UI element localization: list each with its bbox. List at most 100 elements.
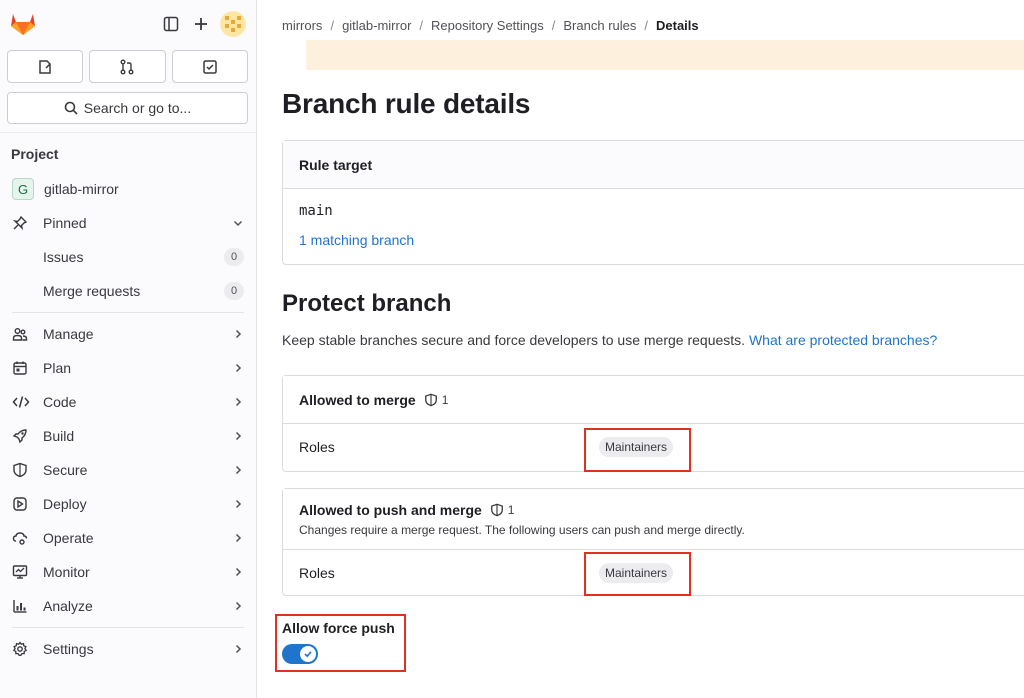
- merge-roles-label: Roles: [299, 439, 335, 455]
- chevron-right-icon: [235, 329, 242, 339]
- merge-count: 1: [441, 392, 449, 407]
- breadcrumb: mirrors / gitlab-mirror / Repository Set…: [282, 18, 699, 33]
- issue-icon: [39, 59, 51, 74]
- calendar-icon: [12, 359, 34, 377]
- chart-icon: [12, 597, 34, 615]
- gitlab-logo-icon[interactable]: [10, 11, 36, 37]
- chevron-right-icon: [235, 533, 242, 543]
- merge-requests-quick-button[interactable]: [89, 50, 166, 83]
- merge-access-count: 1: [424, 392, 449, 407]
- sidebar-item-plan[interactable]: Plan: [0, 351, 256, 385]
- force-push-highlight: [275, 614, 406, 672]
- push-count: 1: [507, 502, 515, 517]
- sidebar-divider: [12, 627, 244, 628]
- sidebar-divider: [12, 312, 244, 313]
- sidebar-item-settings[interactable]: Settings: [0, 632, 256, 666]
- sidebar-item-operate[interactable]: Operate: [0, 521, 256, 555]
- breadcrumb-separator: /: [330, 18, 335, 33]
- rule-target-branch: main: [299, 203, 333, 219]
- secure-label: Secure: [43, 462, 88, 478]
- shield-icon: [490, 503, 503, 516]
- matching-branch-link[interactable]: 1 matching branch: [299, 232, 1017, 248]
- push-role-highlight: [584, 552, 691, 596]
- merge-requests-count-badge: 0: [224, 282, 244, 300]
- pinned-label: Pinned: [43, 215, 87, 231]
- rule-target-card: Rule target main 1 matching branch: [282, 140, 1024, 265]
- protect-branch-description: Keep stable branches secure and force de…: [282, 332, 937, 348]
- code-icon: [12, 393, 34, 411]
- cloud-gear-icon: [12, 529, 34, 547]
- pin-icon: [12, 214, 34, 232]
- chevron-down-icon: [233, 220, 243, 227]
- shield-icon: [12, 461, 34, 479]
- main-content: mirrors / gitlab-mirror / Repository Set…: [258, 0, 1024, 698]
- chevron-right-icon: [235, 431, 242, 441]
- breadcrumb-details: Details: [656, 18, 699, 33]
- sidebar: Search or go to... Project G gitlab-mirr…: [0, 0, 257, 698]
- merge-role-highlight: [584, 428, 691, 472]
- plus-icon[interactable]: [186, 9, 216, 39]
- sidebar-project-link[interactable]: G gitlab-mirror: [0, 172, 256, 206]
- project-name: gitlab-mirror: [44, 181, 119, 197]
- plan-label: Plan: [43, 360, 72, 376]
- allowed-to-merge-header: Allowed to merge 1: [283, 376, 1024, 424]
- sidebar-item-manage[interactable]: Manage: [0, 317, 256, 351]
- chevron-right-icon: [235, 499, 242, 509]
- breadcrumb-mirrors[interactable]: mirrors: [282, 18, 322, 33]
- protect-branch-heading: Protect branch: [282, 290, 452, 317]
- breadcrumb-branch-rules[interactable]: Branch rules: [563, 18, 636, 33]
- merge-requests-label: Merge requests: [43, 283, 141, 299]
- sidebar-toggle-icon[interactable]: [156, 9, 186, 39]
- breadcrumb-project[interactable]: gitlab-mirror: [342, 18, 411, 33]
- merge-request-icon: [120, 59, 134, 74]
- rule-target-heading: Rule target: [283, 141, 1024, 189]
- chevron-right-icon: [235, 363, 242, 373]
- page-title: Branch rule details: [282, 88, 531, 119]
- section-title: Project: [0, 132, 256, 172]
- shield-icon: [424, 393, 437, 406]
- issues-quick-button[interactable]: [7, 50, 84, 83]
- sidebar-settings-nav: Settings: [0, 632, 256, 666]
- monitor-icon: [12, 563, 34, 581]
- allowed-to-push-subtitle: Changes require a merge request. The fol…: [299, 522, 745, 537]
- gear-icon: [12, 640, 34, 658]
- build-label: Build: [43, 428, 75, 444]
- chevron-right-icon: [235, 644, 242, 654]
- protected-branches-help-link[interactable]: What are protected branches?: [749, 332, 937, 348]
- analyze-label: Analyze: [43, 598, 93, 614]
- code-label: Code: [43, 394, 77, 410]
- project-avatar: G: [12, 178, 34, 200]
- search-icon: [64, 101, 78, 115]
- users-icon: [12, 325, 34, 343]
- sidebar-item-deploy[interactable]: Deploy: [0, 487, 256, 521]
- breadcrumb-separator: /: [644, 18, 648, 33]
- allowed-to-push-title: Allowed to push and merge: [299, 501, 482, 518]
- issues-count-badge: 0: [224, 248, 244, 266]
- sidebar-item-analyze[interactable]: Analyze: [0, 589, 256, 623]
- sidebar-item-merge-requests[interactable]: Merge requests 0: [0, 274, 256, 308]
- sidebar-item-pinned[interactable]: Pinned: [0, 206, 256, 240]
- todo-icon: [203, 59, 217, 74]
- deploy-icon: [12, 495, 34, 513]
- sidebar-item-issues[interactable]: Issues 0: [0, 240, 256, 274]
- breadcrumb-repository-settings[interactable]: Repository Settings: [431, 18, 544, 33]
- sidebar-main-nav: Manage Plan Code Build Secure Deploy Ope…: [0, 317, 256, 623]
- sidebar-item-monitor[interactable]: Monitor: [0, 555, 256, 589]
- notice-banner: [306, 40, 1024, 70]
- allowed-to-merge-title: Allowed to merge: [299, 391, 416, 408]
- monitor-label: Monitor: [43, 564, 90, 580]
- search-label: Search or go to...: [83, 100, 192, 116]
- chevron-right-icon: [235, 465, 242, 475]
- user-avatar[interactable]: [220, 11, 246, 37]
- settings-label: Settings: [43, 641, 94, 657]
- protect-description-text: Keep stable branches secure and force de…: [282, 332, 746, 348]
- todo-quick-button[interactable]: [171, 50, 248, 83]
- search-button[interactable]: Search or go to...: [7, 92, 248, 124]
- operate-label: Operate: [43, 530, 94, 546]
- rocket-icon: [12, 427, 34, 445]
- sidebar-item-secure[interactable]: Secure: [0, 453, 256, 487]
- sidebar-item-code[interactable]: Code: [0, 385, 256, 419]
- sidebar-nav: G gitlab-mirror Pinned Issues 0 Merge re…: [0, 172, 256, 308]
- allowed-to-push-header: Allowed to push and merge 1 Changes requ…: [283, 489, 1024, 550]
- sidebar-item-build[interactable]: Build: [0, 419, 256, 453]
